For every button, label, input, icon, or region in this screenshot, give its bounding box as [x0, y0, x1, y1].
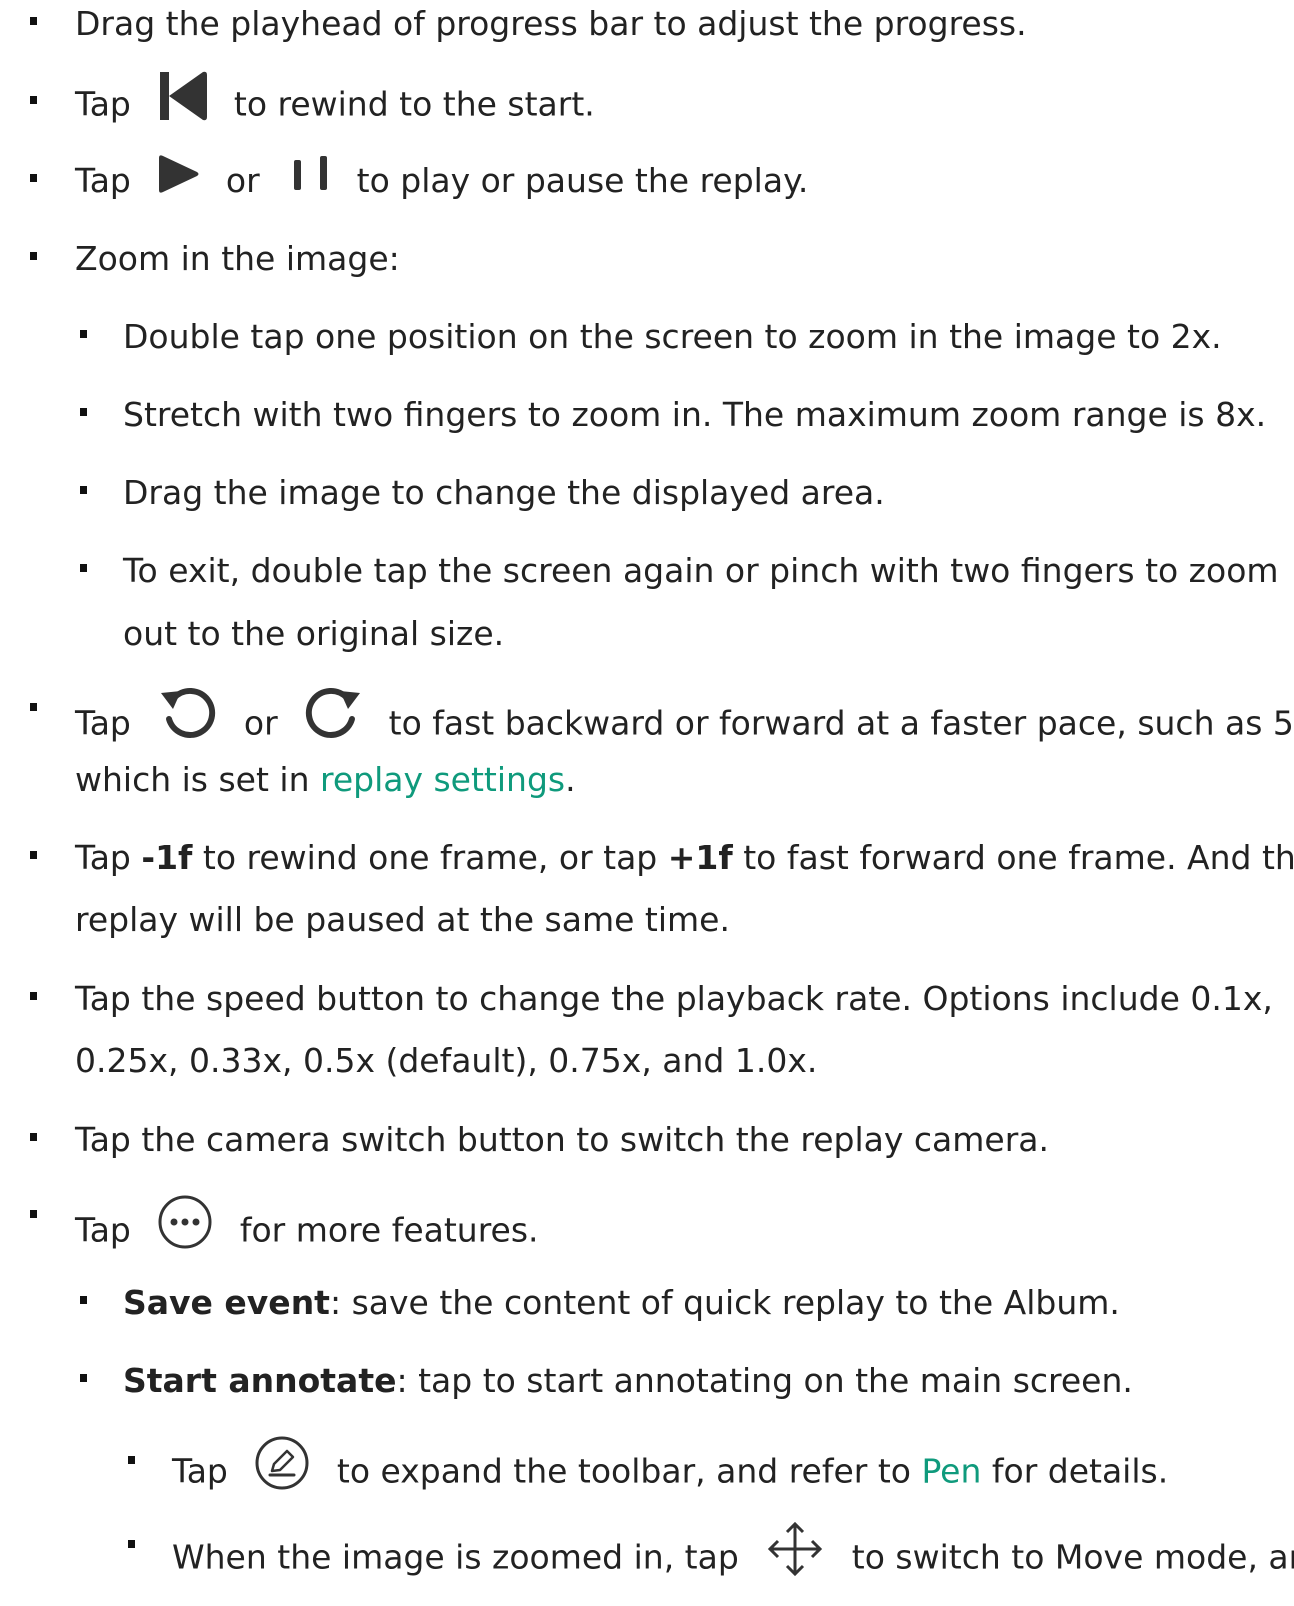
list-item-speed: Tap the speed button to change the playb… — [75, 968, 1273, 1030]
plus-1f-label: +1f — [667, 838, 733, 877]
item-text: Tap — [75, 1210, 131, 1250]
bullet — [80, 564, 87, 572]
bullet — [30, 703, 37, 711]
move-icon — [763, 1517, 827, 1601]
item-text: to fast forward one frame. And the — [743, 838, 1294, 877]
play-icon — [157, 152, 201, 214]
bullet — [30, 851, 37, 859]
item-text: When the image is zoomed in, tap — [172, 1537, 739, 1577]
bullet — [80, 1296, 87, 1304]
item-text: to play or pause the replay. — [356, 161, 809, 200]
sub-item: Double tap one position on the screen to… — [123, 306, 1222, 368]
item-text: replay will be paused at the same time. — [75, 900, 730, 939]
bullet — [30, 96, 37, 104]
sub-item: Drag the image to change the displayed a… — [123, 462, 885, 524]
item-text: Tap — [75, 838, 131, 877]
item-text: which is set in — [75, 760, 310, 799]
item-text: Drag the playhead of progress bar to adj… — [75, 4, 1027, 43]
replay-settings-link[interactable]: replay settings — [320, 760, 565, 799]
list-item-rewind: Tap to rewind to the start. — [75, 71, 595, 141]
item-text: : save the content of quick replay to th… — [329, 1283, 1120, 1322]
item-text: or — [243, 703, 278, 743]
item-text: or — [225, 161, 260, 200]
sub-item-start-annotate: Start annotate: tap to start annotating … — [123, 1350, 1133, 1412]
list-item-frame-line2: replay will be paused at the same time. — [75, 889, 730, 951]
bullet — [30, 1210, 37, 1218]
item-text: Stretch with two fingers to zoom in. The… — [123, 395, 1267, 434]
list-item-camera: Tap the camera switch button to switch t… — [75, 1109, 1049, 1171]
bullet — [80, 408, 87, 416]
bullet — [30, 1133, 37, 1141]
bullet — [30, 174, 37, 182]
bullet — [30, 992, 37, 1000]
item-text: Tap — [75, 161, 131, 200]
item-text: to rewind one frame, or tap — [202, 838, 658, 877]
item-text: for details. — [991, 1451, 1169, 1491]
item-text: to fast backward or forward at a faster … — [388, 703, 1294, 743]
bullet — [80, 486, 87, 494]
bullet — [128, 1456, 135, 1464]
save-event-label: Save event — [123, 1283, 330, 1322]
item-text: Drag the image to change the displayed a… — [123, 473, 885, 512]
list-item-play-pause: Tap or to play or pause the replay. — [75, 150, 808, 214]
item-text: To exit, double tap the screen again or … — [123, 551, 1279, 590]
pen-icon — [252, 1434, 312, 1512]
minus-1f-label: -1f — [141, 838, 193, 877]
sub-item: To exit, double tap the screen again or … — [123, 540, 1279, 602]
list-item-fast-line2: which is set in replay settings. — [75, 749, 576, 811]
sub-item-continuation: out to the original size. — [123, 603, 504, 665]
sub-sub-item-move: When the image is zoomed in, tap to swit… — [172, 1517, 1294, 1601]
bullet — [30, 17, 37, 25]
sub-item: Stretch with two fingers to zoom in. The… — [123, 384, 1266, 446]
more-icon — [155, 1193, 215, 1271]
pen-link[interactable]: Pen — [921, 1452, 981, 1491]
list-item-speed-line2: 0.25x, 0.33x, 0.5x (default), 0.75x, and… — [75, 1030, 817, 1092]
item-text: to expand the toolbar, and refer to — [336, 1451, 911, 1491]
item-text: Tap the speed button to change the playb… — [75, 979, 1273, 1018]
item-text: . — [565, 760, 576, 799]
item-text: for more features. — [239, 1210, 539, 1250]
item-text: Tap — [75, 703, 131, 743]
bullet — [80, 330, 87, 338]
bullet — [80, 1374, 87, 1382]
list-item-zoom: Zoom in the image: — [75, 228, 400, 290]
list-item-drag-playhead: Drag the playhead of progress bar to adj… — [75, 0, 1027, 55]
item-text: 0.25x, 0.33x, 0.5x (default), 0.75x, and… — [75, 1041, 818, 1080]
bullet — [128, 1540, 135, 1548]
skip-to-start-icon — [159, 71, 209, 141]
item-text: out to the original size. — [123, 614, 505, 653]
start-annotate-label: Start annotate — [123, 1361, 397, 1400]
item-text: Tap the camera switch button to switch t… — [75, 1120, 1049, 1159]
pause-icon — [292, 152, 332, 214]
item-text: Zoom in the image: — [75, 239, 400, 278]
item-text: : tap to start annotating on the main sc… — [396, 1361, 1133, 1400]
list-item-frame: Tap -1f to rewind one frame, or tap +1f … — [75, 827, 1294, 889]
item-text: to rewind to the start. — [233, 84, 595, 124]
sub-item-save-event: Save event: save the content of quick re… — [123, 1272, 1120, 1334]
item-text: Double tap one position on the screen to… — [123, 317, 1222, 356]
bullet — [30, 252, 37, 260]
item-text: Tap — [172, 1451, 228, 1491]
list-item-more: Tap for more features. — [75, 1193, 539, 1271]
sub-sub-item-pen: Tap to expand the toolbar, and refer to … — [172, 1434, 1168, 1512]
item-text: Tap — [75, 84, 131, 124]
item-text: to switch to Move mode, and — [851, 1537, 1294, 1577]
